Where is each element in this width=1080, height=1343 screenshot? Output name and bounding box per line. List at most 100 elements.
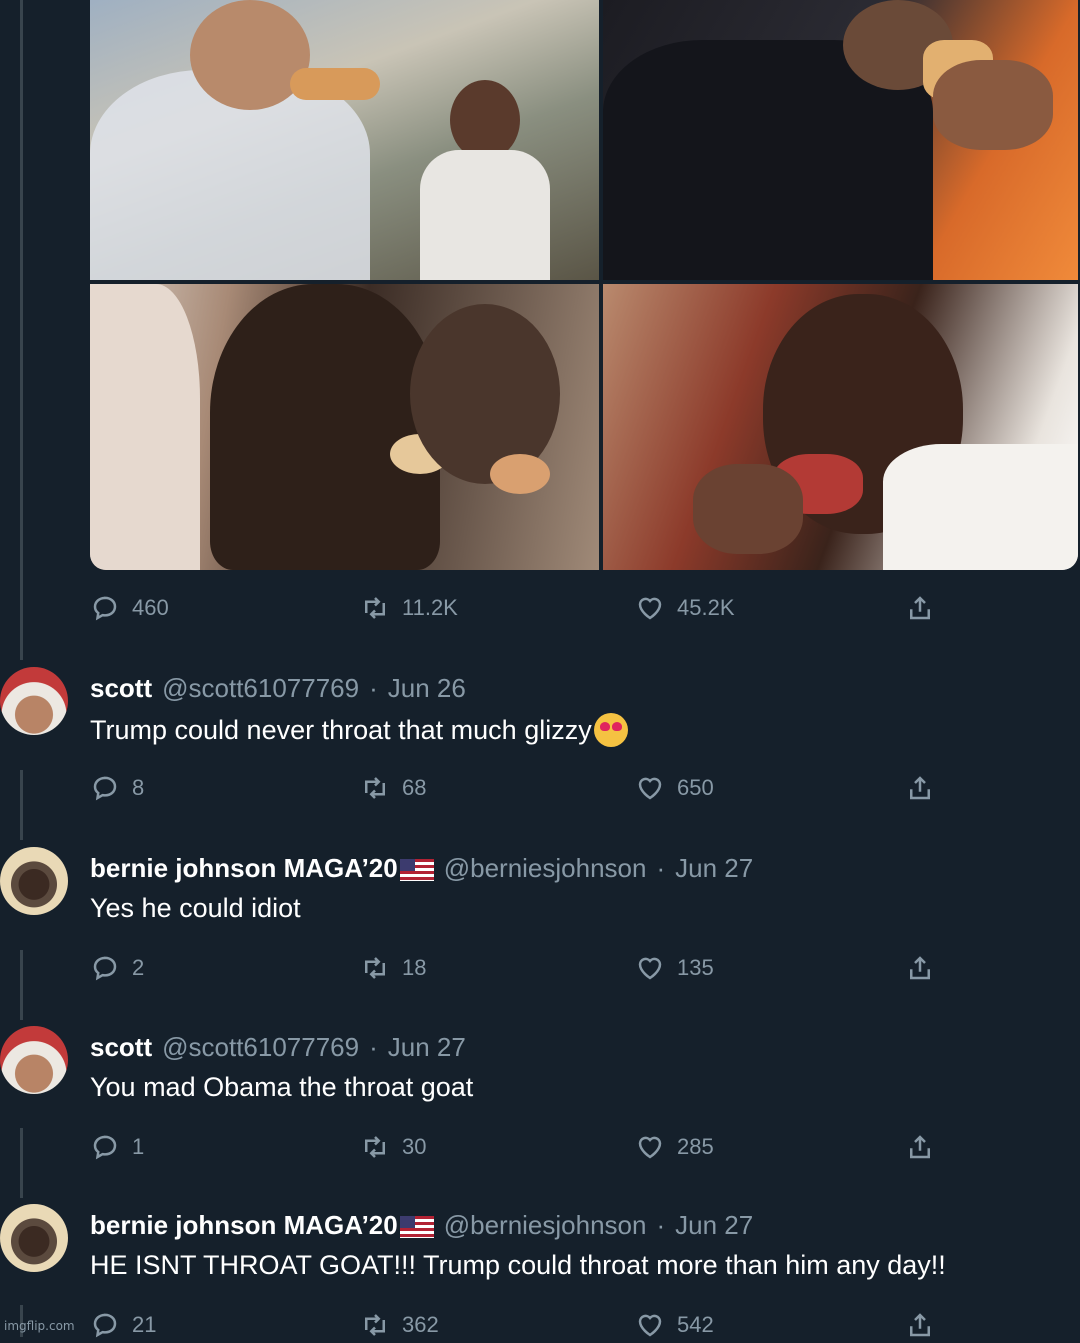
thread-line [20,770,23,840]
reply-icon [93,1135,117,1160]
tweet-header: bernie johnson MAGA’20 @berniesjohnson ·… [90,1210,753,1241]
reply-button[interactable]: 460 [90,590,169,626]
retweet-button[interactable]: 68 [360,770,426,806]
share-button[interactable] [905,770,935,806]
share-icon [910,1135,930,1159]
tweet-photo-grid[interactable] [90,0,1078,570]
retweet-count: 11.2K [402,595,458,620]
reply-button[interactable]: 8 [90,770,144,806]
tweet-text: Yes he could idiot [90,893,301,924]
thread-line [20,950,23,1020]
retweet-count: 30 [402,1134,427,1159]
separator-dot: · [656,853,666,883]
like-count: 135 [677,955,714,980]
like-count: 542 [677,1312,714,1337]
tweet-action-bar: 8 68 650 [90,770,950,806]
reply-button[interactable]: 21 [90,1307,156,1343]
reply-button[interactable]: 1 [90,1129,144,1165]
tweet-date[interactable]: Jun 27 [675,853,753,884]
tweet-action-bar: 21 362 542 [90,1307,950,1343]
retweet-button[interactable]: 362 [360,1307,439,1343]
share-icon [910,1313,930,1337]
tweet-date[interactable]: Jun 27 [675,1210,753,1241]
like-button[interactable]: 650 [635,770,714,806]
retweet-icon [365,597,385,619]
tweet-text-content: Trump could never throat that much glizz… [90,714,592,745]
thread-line [20,0,23,660]
retweet-button[interactable]: 18 [360,950,426,986]
share-button[interactable] [905,1307,935,1343]
tweet-photo[interactable] [90,284,599,570]
retweet-icon [365,957,385,979]
us-flag-icon [399,1216,434,1239]
tweet-text: Trump could never throat that much glizz… [90,713,628,747]
us-flag-icon [399,859,434,882]
heart-icon [638,957,662,980]
like-count: 45.2K [677,595,735,620]
like-button[interactable]: 542 [635,1307,714,1343]
reply-icon [93,1313,117,1338]
user-handle[interactable]: @scott61077769 [162,673,359,704]
tweet-photo[interactable] [603,284,1078,570]
avatar[interactable] [0,1026,68,1094]
reply-icon [93,776,117,801]
retweet-button[interactable]: 11.2K [360,590,458,626]
like-button[interactable]: 45.2K [635,590,735,626]
tweet-text: You mad Obama the throat goat [90,1072,473,1103]
heart-icon [638,1136,662,1159]
share-button[interactable] [905,1129,935,1165]
retweet-count: 362 [402,1312,439,1337]
retweet-icon [365,777,385,799]
reply-icon [93,596,117,621]
tweet-text: HE ISNT THROAT GOAT!!! Trump could throa… [90,1250,946,1281]
retweet-icon [365,1314,385,1336]
thread-line [20,1128,23,1198]
imgflip-watermark: imgflip.com [4,1319,75,1333]
user-handle[interactable]: @berniesjohnson [444,1210,647,1241]
user-handle[interactable]: @scott61077769 [162,1032,359,1063]
heart-eyes-emoji-icon [593,713,628,747]
reply-count: 8 [132,775,145,800]
separator-dot: · [369,673,378,703]
like-button[interactable]: 285 [635,1129,714,1165]
share-button[interactable] [905,590,935,626]
tweet-photo[interactable] [90,0,599,280]
tweet-date[interactable]: Jun 27 [388,1032,466,1063]
tweet-action-bar: 460 11.2K 45.2K [90,590,950,626]
reply-count: 2 [132,955,145,980]
reply-button[interactable]: 2 [90,950,144,986]
reply-count: 460 [132,595,169,620]
tweet-action-bar: 2 18 135 [90,950,950,986]
display-name[interactable]: scott [90,1032,152,1063]
retweet-button[interactable]: 30 [360,1129,426,1165]
reply-icon [93,956,117,981]
user-handle[interactable]: @berniesjohnson [444,853,647,884]
retweet-count: 68 [402,775,427,800]
avatar[interactable] [0,667,68,735]
like-button[interactable]: 135 [635,950,714,986]
tweet-text-content: Yes he could idiot [90,893,301,923]
tweet-photo[interactable] [603,0,1078,280]
display-name[interactable]: scott [90,673,152,704]
share-icon [910,776,930,800]
tweet-date[interactable]: Jun 26 [388,673,466,704]
tweet-text-content: You mad Obama the throat goat [90,1072,474,1102]
retweet-count: 18 [402,955,427,980]
reply-count: 21 [132,1312,157,1337]
display-name[interactable]: bernie johnson MAGA’20 [90,853,434,884]
separator-dot: · [369,1032,378,1062]
tweet-action-bar: 1 30 285 [90,1129,950,1165]
display-name-text: bernie johnson MAGA’20 [90,1210,398,1240]
display-name[interactable]: bernie johnson MAGA’20 [90,1210,434,1241]
like-count: 650 [677,775,714,800]
reply-count: 1 [132,1134,145,1159]
share-icon [910,596,930,620]
tweet-text-content: HE ISNT THROAT GOAT!!! Trump could throa… [90,1250,946,1280]
tweet-header: scott @scott61077769 · Jun 27 [90,1032,466,1063]
heart-icon [638,777,662,800]
like-count: 285 [677,1134,714,1159]
share-button[interactable] [905,950,935,986]
heart-icon [638,1314,662,1337]
avatar[interactable] [0,847,68,915]
avatar[interactable] [0,1204,68,1272]
